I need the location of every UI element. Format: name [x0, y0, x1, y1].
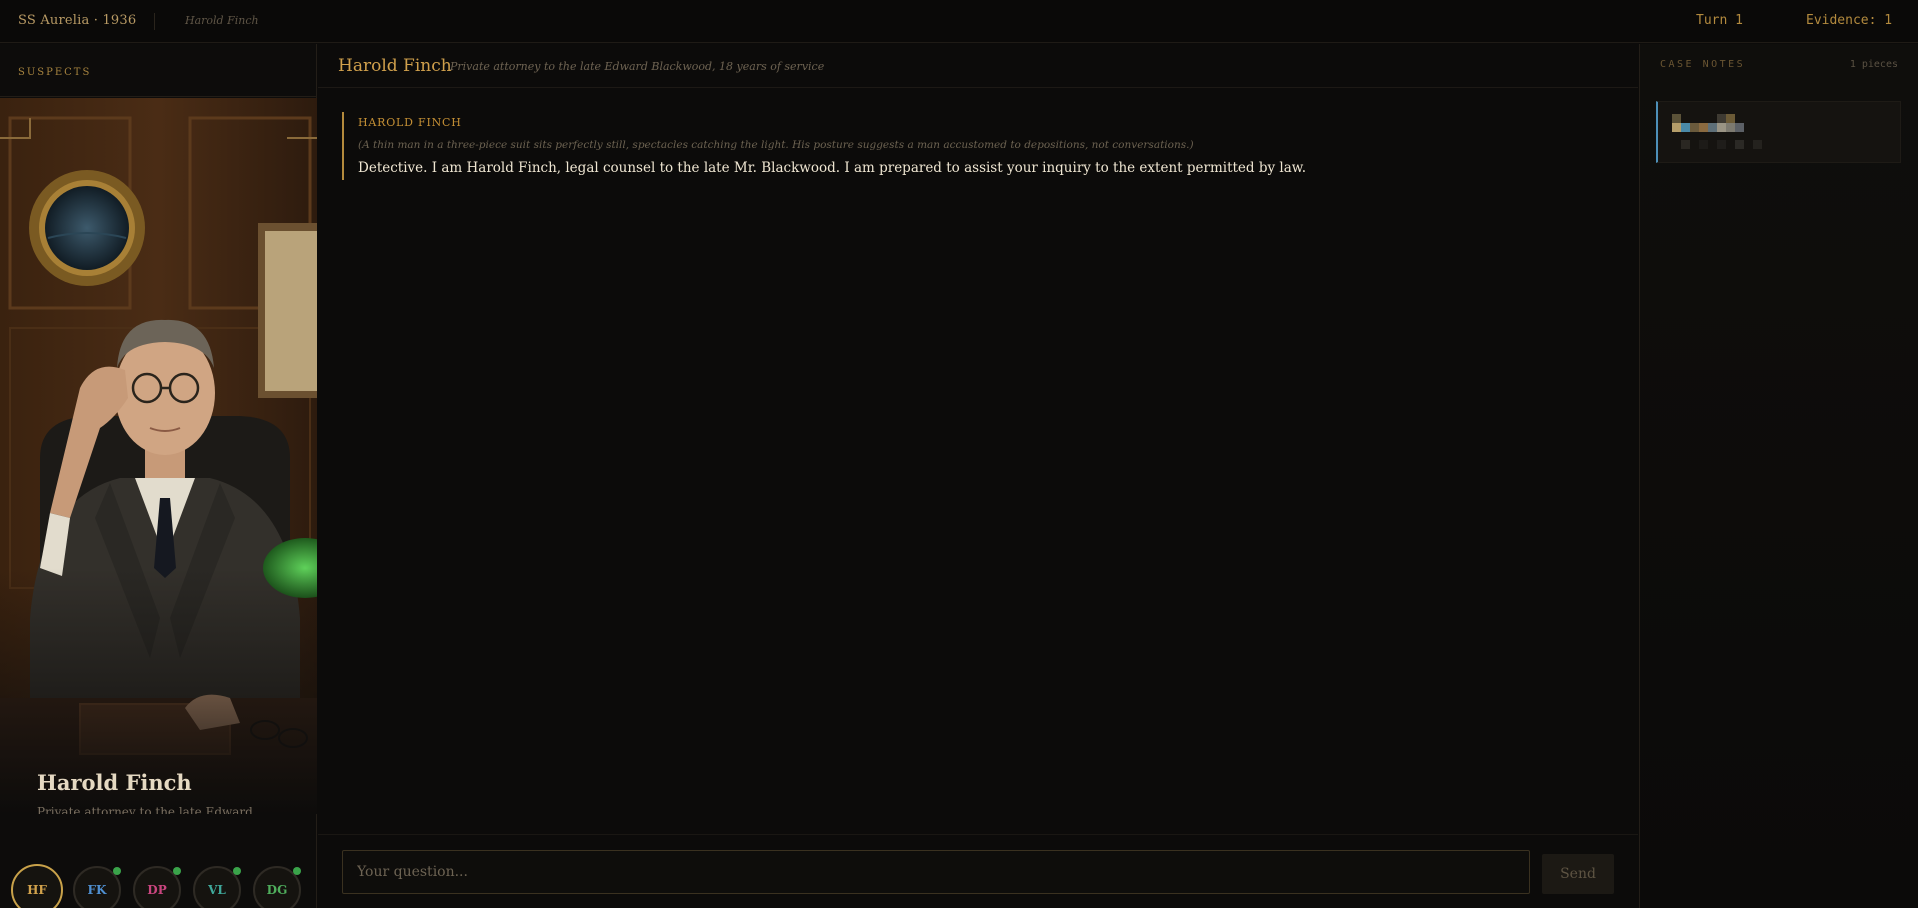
interrogation-panel: Harold Finch Private attorney to the lat…	[318, 44, 1638, 908]
question-input[interactable]	[342, 850, 1530, 894]
suspect-description: Private attorney to the late Edward Blac…	[450, 60, 825, 73]
suspect-token-dg[interactable]: DG	[253, 866, 301, 908]
divider	[318, 834, 1638, 835]
evidence-card[interactable]	[1656, 101, 1901, 163]
divider	[0, 96, 317, 97]
suspect-token-dp[interactable]: DP	[133, 866, 181, 908]
portrait-description: Private attorney to the late Edward Blac…	[37, 805, 253, 814]
suspect-token-initials: VL	[208, 883, 226, 897]
portrait-illustration	[0, 98, 317, 814]
online-indicator	[113, 867, 121, 875]
suspect-token-initials: DG	[266, 883, 288, 897]
case-notes-panel: CASE NOTES 1 pieces	[1639, 44, 1918, 908]
suspect-token-initials: FK	[87, 883, 107, 897]
suspect-token-initials: HF	[27, 883, 47, 897]
suspects-heading: SUSPECTS	[18, 67, 92, 78]
case-notes-count: 1 pieces	[1849, 59, 1898, 70]
portrait-name: Harold Finch	[37, 770, 192, 795]
message-speaker: HAROLD FINCH	[358, 116, 462, 129]
suspect-token-initials: DP	[147, 883, 167, 897]
suspect-token-fk[interactable]: FK	[73, 866, 121, 908]
current-suspect-label: Harold Finch	[185, 14, 259, 27]
dialogue-message: HAROLD FINCH (A thin man in a three-piec…	[342, 112, 1342, 180]
suspect-token-vl[interactable]: VL	[193, 866, 241, 908]
online-indicator	[233, 867, 241, 875]
game-title: SS Aurelia · 1936	[18, 13, 137, 28]
evidence-counter: Evidence: 1	[1806, 13, 1893, 28]
suspect-token-hf[interactable]: HF	[11, 864, 63, 908]
top-bar: SS Aurelia · 1936 Harold Finch Turn 1 Ev…	[0, 0, 1918, 43]
suspect-portrait: Harold Finch Private attorney to the lat…	[0, 98, 317, 814]
turn-counter: Turn 1	[1696, 13, 1743, 28]
online-indicator	[173, 867, 181, 875]
case-notes-heading: CASE NOTES	[1660, 59, 1746, 70]
suspects-panel: SUSPECTS Harold Finch Private attorney t…	[0, 44, 317, 908]
conversation-header: Harold Finch Private attorney to the lat…	[318, 44, 1638, 88]
send-button[interactable]: Send	[1542, 854, 1614, 894]
message-stage-direction: (A thin man in a three-piece suit sits p…	[358, 139, 1194, 151]
suspect-name: Harold Finch	[338, 56, 452, 76]
suspect-selector: HF FK DP VL DG	[0, 842, 317, 908]
online-indicator	[293, 867, 301, 875]
message-text: Detective. I am Harold Finch, legal coun…	[358, 160, 1307, 176]
top-divider	[154, 13, 155, 30]
